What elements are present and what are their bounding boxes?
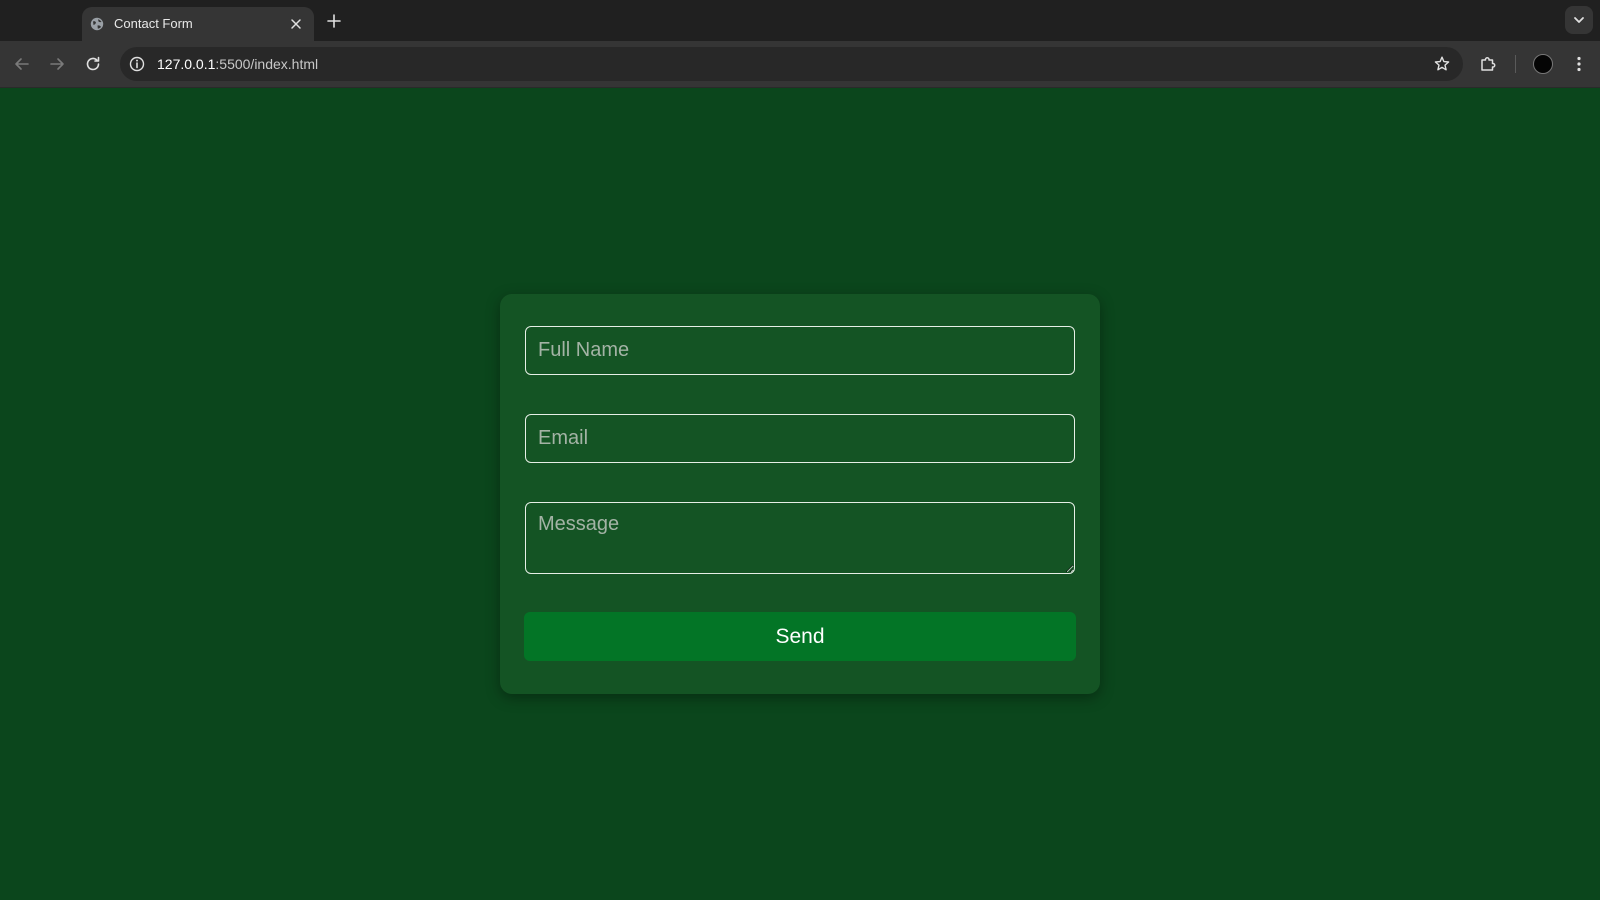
contact-form: Send [500, 294, 1100, 694]
tab-title: Contact Form [114, 16, 193, 31]
chevron-down-icon [1574, 17, 1584, 23]
address-bar[interactable]: 127.0.0.1:5500/index.html [120, 47, 1463, 81]
arrow-right-icon[interactable] [47, 54, 67, 74]
tab-search-button[interactable] [1565, 6, 1593, 34]
puzzle-icon[interactable] [1478, 54, 1498, 74]
info-icon[interactable] [128, 55, 146, 73]
page-viewport: Send [0, 88, 1600, 900]
send-button[interactable]: Send [524, 612, 1076, 661]
plus-icon[interactable] [325, 12, 343, 30]
avatar[interactable] [1533, 54, 1553, 74]
close-icon[interactable] [288, 16, 304, 32]
browser-tab[interactable]: Contact Form [82, 7, 314, 41]
full-name-input[interactable] [525, 326, 1075, 375]
toolbar-divider [1515, 55, 1516, 73]
browser-toolbar: 127.0.0.1:5500/index.html [0, 41, 1600, 88]
email-input[interactable] [525, 414, 1075, 463]
url-text: 127.0.0.1:5500/index.html [157, 56, 319, 72]
arrow-left-icon[interactable] [12, 54, 32, 74]
globe-icon [90, 17, 104, 31]
reload-icon[interactable] [83, 54, 103, 74]
kebab-menu-icon[interactable] [1569, 54, 1589, 74]
message-textarea[interactable] [525, 502, 1075, 574]
star-icon[interactable] [1433, 55, 1451, 73]
browser-tab-strip: Contact Form [0, 0, 1600, 41]
